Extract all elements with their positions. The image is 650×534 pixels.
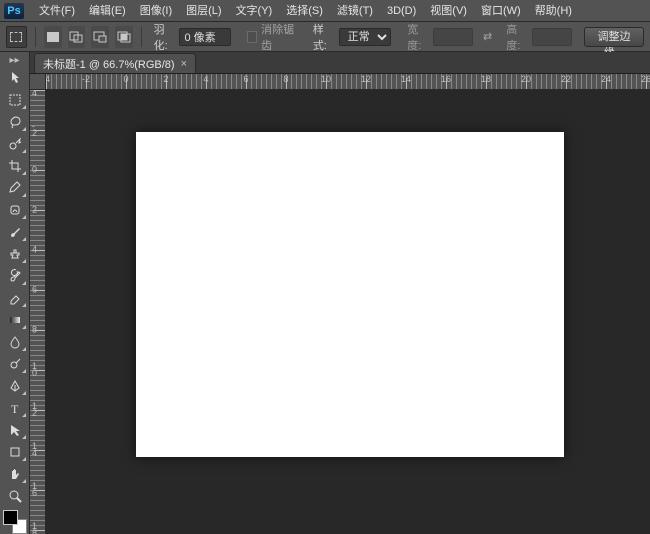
type-tool[interactable]: T [3,398,27,418]
document-tab[interactable]: 未标题-1 @ 66.7%(RGB/8) × [34,53,196,73]
style-select[interactable]: 正常 [339,28,392,46]
width-input [433,28,473,46]
swap-dimensions-icon[interactable]: ⇄ [479,30,496,43]
ruler-vertical[interactable]: -4-20246810121416182022 [30,90,46,534]
eyedropper-tool[interactable] [3,178,27,198]
menu-window[interactable]: 窗口(W) [474,0,528,22]
height-label: 高度: [506,21,526,53]
blur-tool[interactable] [3,332,27,352]
quick-select-tool[interactable] [3,134,27,154]
gradient-tool[interactable] [3,310,27,330]
style-label: 样式: [313,21,333,53]
checkbox-icon [247,31,257,43]
document-area: 未标题-1 @ 66.7%(RGB/8) × -4-20246810121416… [30,52,650,534]
svg-text:T: T [11,402,19,415]
menu-view[interactable]: 视图(V) [423,0,474,22]
close-icon[interactable]: × [181,58,187,70]
menu-bar: Ps 文件(F) 编辑(E) 图像(I) 图层(L) 文字(Y) 选择(S) 滤… [0,0,650,22]
foreground-swatch[interactable] [3,510,18,525]
app-logo: Ps [4,3,24,19]
history-brush-tool[interactable] [3,266,27,286]
path-select-tool[interactable] [3,420,27,440]
marquee-tool[interactable] [3,90,27,110]
menu-edit[interactable]: 编辑(E) [82,0,133,22]
height-input [532,28,572,46]
eraser-tool[interactable] [3,288,27,308]
work-area: ▸▸ T 未标题-1 @ 66.7%(RGB/8) × -4-202468101… [0,52,650,534]
antialias-checkbox[interactable]: 消除锯齿 [247,21,294,53]
width-label: 宽度: [407,21,427,53]
options-bar: 羽化: 消除锯齿 样式: 正常 宽度: ⇄ 高度: 调整边缘... [0,22,650,52]
menu-help[interactable]: 帮助(H) [528,0,579,22]
healing-brush-tool[interactable] [3,200,27,220]
menu-type[interactable]: 文字(Y) [229,0,280,22]
brush-tool[interactable] [3,222,27,242]
menu-select[interactable]: 选择(S) [279,0,330,22]
document-tab-title: 未标题-1 @ 66.7%(RGB/8) [43,56,175,72]
menu-filter[interactable]: 滤镜(T) [330,0,380,22]
menu-3d[interactable]: 3D(D) [380,0,423,22]
feather-label: 羽化: [154,21,174,53]
toolbox-handle-icon[interactable]: ▸▸ [2,56,28,64]
refine-edge-button[interactable]: 调整边缘... [584,27,644,47]
ruler-origin[interactable] [30,74,46,90]
selection-new-icon[interactable] [44,26,62,48]
crop-tool[interactable] [3,156,27,176]
feather-input[interactable] [179,28,231,46]
toolbox: ▸▸ T [0,52,30,534]
color-swatches[interactable] [3,510,27,534]
canvas[interactable] [136,132,564,457]
selection-subtract-icon[interactable] [91,26,109,48]
selection-add-icon[interactable] [68,26,86,48]
active-tool-preset[interactable] [6,26,27,48]
lasso-tool[interactable] [3,112,27,132]
zoom-tool[interactable] [3,486,27,506]
hand-tool[interactable] [3,464,27,484]
canvas-viewport[interactable]: -4-2024681012141618202224262830 -4-20246… [30,74,650,534]
dodge-tool[interactable] [3,354,27,374]
pen-tool[interactable] [3,376,27,396]
options-divider [141,27,142,47]
menu-layer[interactable]: 图层(L) [179,0,228,22]
move-tool[interactable] [3,68,27,88]
selection-intersect-icon[interactable] [115,26,133,48]
shape-tool[interactable] [3,442,27,462]
antialias-label: 消除锯齿 [261,21,295,53]
menu-file[interactable]: 文件(F) [32,0,82,22]
ruler-horizontal[interactable]: -4-2024681012141618202224262830 [46,74,650,90]
clone-stamp-tool[interactable] [3,244,27,264]
options-divider [35,27,36,47]
document-tabstrip: 未标题-1 @ 66.7%(RGB/8) × [30,52,650,74]
menu-image[interactable]: 图像(I) [133,0,179,22]
